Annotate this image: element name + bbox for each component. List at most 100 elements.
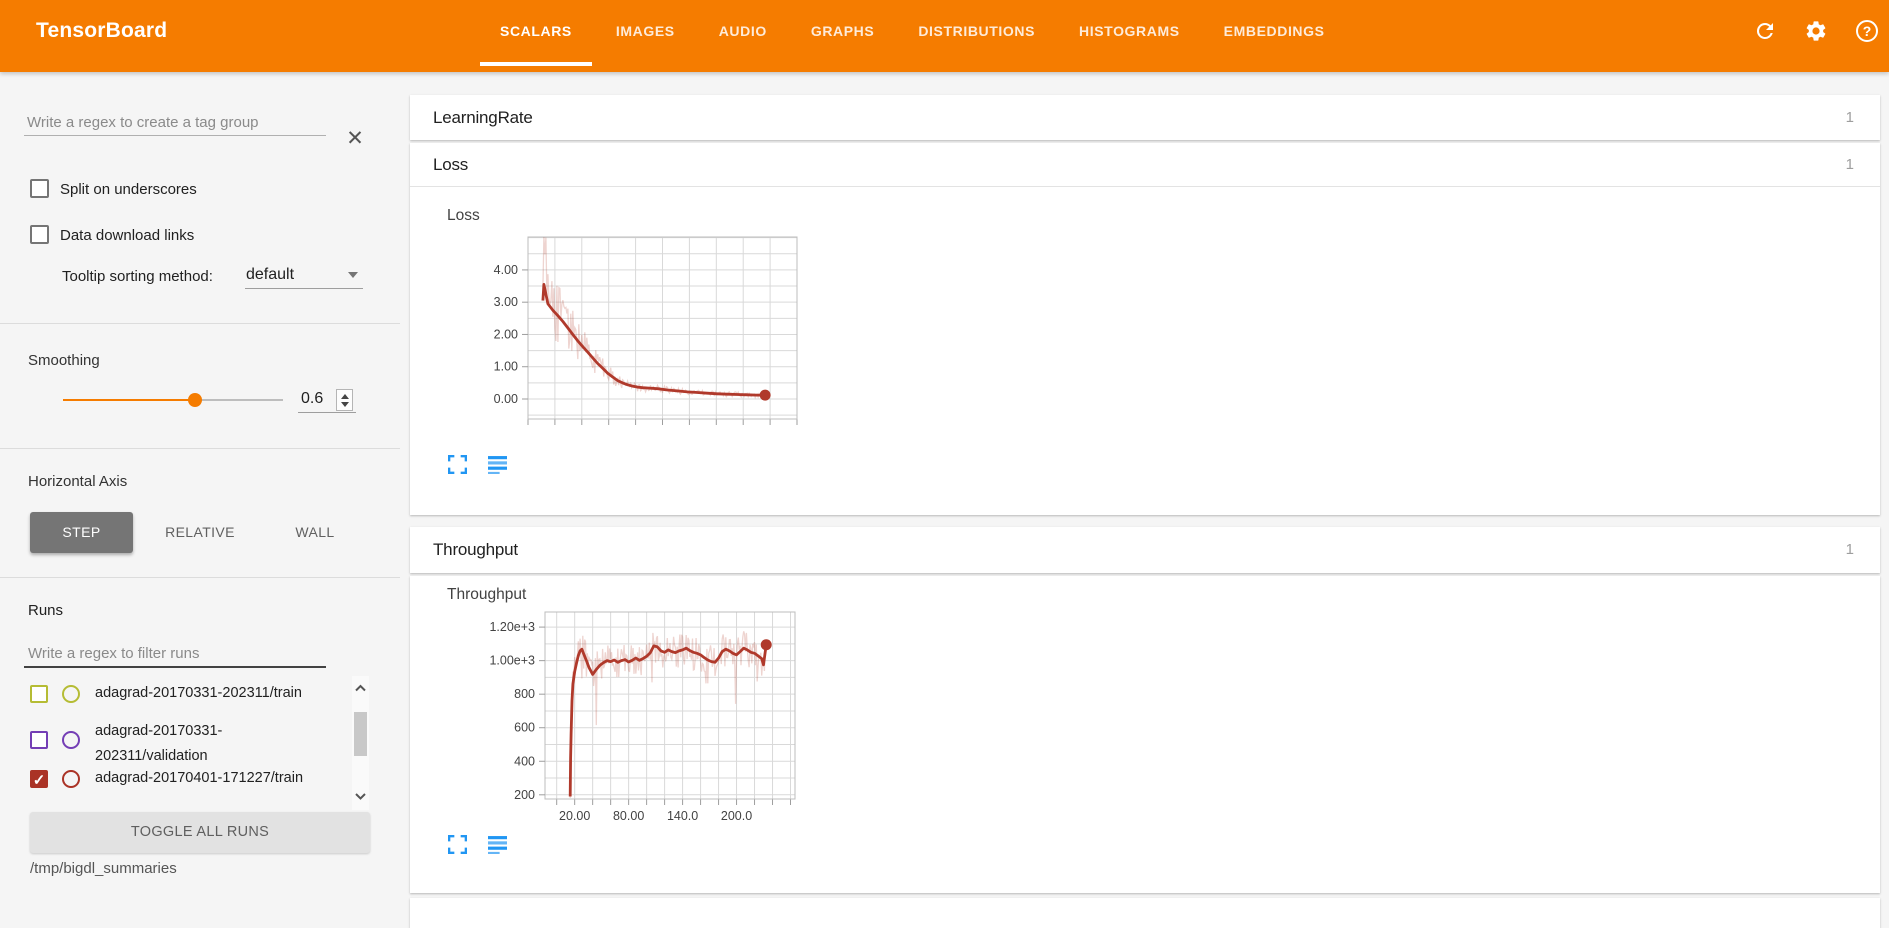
svg-text:400: 400 bbox=[514, 754, 535, 768]
app-title: TensorBoard bbox=[36, 0, 167, 62]
chart-actions bbox=[448, 835, 507, 854]
run-checkbox[interactable]: ✓ bbox=[30, 731, 48, 749]
sidebar: Write a regex to create a tag group ✕ Sp… bbox=[0, 72, 400, 907]
scrollbar-thumb[interactable] bbox=[354, 712, 367, 756]
svg-text:140.0: 140.0 bbox=[667, 809, 698, 823]
svg-text:1.00e+3: 1.00e+3 bbox=[489, 654, 535, 668]
divider bbox=[0, 323, 400, 324]
run-selector-icon[interactable] bbox=[488, 455, 507, 474]
loss-chart[interactable]: 4.00 3.00 2.00 1.00 0.00 bbox=[453, 231, 807, 460]
chart-title-loss: Loss bbox=[447, 207, 480, 225]
section-title: Loss bbox=[433, 155, 468, 175]
section-title: Throughput bbox=[433, 540, 518, 560]
runs-scrollbar[interactable] bbox=[352, 676, 369, 810]
main-content: LearningRate 1 Loss 1 Loss 4.00 3.00 2.00 1… bbox=[410, 72, 1889, 907]
section-throughput-content: Throughput 1.20e+31.00e+380060040020020.… bbox=[410, 576, 1880, 893]
smoothing-value-input[interactable]: 0.6 bbox=[301, 390, 323, 408]
svg-text:1.00: 1.00 bbox=[494, 360, 518, 374]
expand-chart-icon[interactable] bbox=[448, 455, 467, 474]
svg-text:200.0: 200.0 bbox=[721, 809, 752, 823]
divider bbox=[0, 448, 400, 449]
run-label: adagrad-20170401-171227/train bbox=[95, 766, 303, 791]
tab-audio[interactable]: AUDIO bbox=[697, 0, 789, 66]
svg-text:200: 200 bbox=[514, 788, 535, 802]
smoothing-stepper[interactable] bbox=[336, 389, 353, 411]
run-row[interactable]: ✓ adagrad-20170401-171227/train bbox=[30, 770, 350, 796]
expand-chart-icon[interactable] bbox=[448, 835, 467, 854]
section-header-throughput[interactable]: Throughput 1 bbox=[410, 527, 1880, 573]
log-directory-path: /tmp/bigdl_summaries bbox=[30, 860, 177, 877]
axis-relative-button[interactable]: RELATIVE bbox=[152, 512, 248, 553]
split-underscores-checkbox[interactable] bbox=[30, 179, 49, 198]
chart-title-throughput: Throughput bbox=[447, 586, 526, 604]
help-icon[interactable]: ? bbox=[1855, 19, 1879, 43]
settings-gear-icon[interactable] bbox=[1804, 19, 1828, 43]
svg-text:2.00: 2.00 bbox=[494, 327, 518, 341]
smoothing-slider-fill bbox=[63, 399, 195, 401]
run-label: adagrad-20170331-202311/train bbox=[95, 681, 302, 706]
chevron-down-icon[interactable] bbox=[348, 272, 358, 278]
tab-scalars[interactable]: SCALARS bbox=[478, 0, 594, 66]
section-count-badge: 1 bbox=[1846, 541, 1854, 558]
divider bbox=[0, 577, 400, 578]
svg-text:1.20e+3: 1.20e+3 bbox=[489, 620, 535, 634]
stepper-down-icon[interactable] bbox=[341, 402, 349, 407]
header-actions: ? bbox=[1753, 0, 1879, 62]
section-partial[interactable] bbox=[410, 898, 1880, 928]
data-download-checkbox[interactable] bbox=[30, 225, 49, 244]
svg-text:0.00: 0.00 bbox=[494, 392, 518, 406]
tooltip-sorting-underline bbox=[245, 288, 363, 289]
svg-text:4.00: 4.00 bbox=[494, 263, 518, 277]
runs-filter-underline bbox=[24, 666, 326, 668]
run-label: adagrad-20170331-202311/validation bbox=[95, 719, 325, 769]
smoothing-slider-knob[interactable] bbox=[188, 393, 202, 407]
section-loss: Loss 1 Loss 4.00 3.00 2.00 1.00 0.00 bbox=[410, 143, 1880, 515]
axis-step-button[interactable]: STEP bbox=[30, 512, 133, 553]
nav-tabs: SCALARS IMAGES AUDIO GRAPHS DISTRIBUTION… bbox=[478, 0, 1347, 66]
tooltip-sorting-select[interactable]: default bbox=[246, 266, 294, 284]
section-header-loss[interactable]: Loss 1 bbox=[410, 143, 1880, 187]
tab-images[interactable]: IMAGES bbox=[594, 0, 697, 66]
toggle-all-runs-button[interactable]: TOGGLE ALL RUNS bbox=[30, 812, 370, 853]
horizontal-axis-label: Horizontal Axis bbox=[28, 473, 127, 490]
scroll-down-icon[interactable] bbox=[354, 790, 367, 803]
tab-embeddings[interactable]: EMBEDDINGS bbox=[1202, 0, 1347, 66]
tooltip-sorting-label: Tooltip sorting method: bbox=[62, 268, 213, 285]
runs-filter-input[interactable]: Write a regex to filter runs bbox=[28, 645, 199, 662]
run-checkbox[interactable]: ✓ bbox=[30, 770, 48, 788]
refresh-icon[interactable] bbox=[1753, 19, 1777, 43]
svg-text:3.00: 3.00 bbox=[494, 295, 518, 309]
runs-label: Runs bbox=[28, 602, 63, 619]
run-color-radio[interactable] bbox=[62, 685, 80, 703]
tab-distributions[interactable]: DISTRIBUTIONS bbox=[896, 0, 1057, 66]
run-color-radio[interactable] bbox=[62, 731, 80, 749]
run-color-radio[interactable] bbox=[62, 770, 80, 788]
run-row[interactable]: ✓ adagrad-20170331-202311/train bbox=[30, 685, 350, 711]
svg-text:80.00: 80.00 bbox=[613, 809, 644, 823]
section-title: LearningRate bbox=[433, 108, 533, 128]
stepper-up-icon[interactable] bbox=[341, 394, 349, 399]
runs-list: ✓ adagrad-20170331-202311/train ✓ adagra… bbox=[0, 676, 400, 816]
smoothing-underline bbox=[298, 412, 356, 413]
axis-wall-button[interactable]: WALL bbox=[278, 512, 352, 553]
section-count-badge: 1 bbox=[1846, 156, 1854, 173]
svg-text:600: 600 bbox=[514, 721, 535, 735]
tab-graphs[interactable]: GRAPHS bbox=[789, 0, 897, 66]
tag-filter-underline bbox=[24, 135, 326, 136]
svg-text:?: ? bbox=[1863, 23, 1872, 39]
data-download-label: Data download links bbox=[60, 227, 194, 244]
chart-actions bbox=[448, 455, 507, 474]
svg-text:800: 800 bbox=[514, 687, 535, 701]
run-selector-icon[interactable] bbox=[488, 835, 507, 854]
split-underscores-label: Split on underscores bbox=[60, 181, 197, 198]
tab-histograms[interactable]: HISTOGRAMS bbox=[1057, 0, 1202, 66]
app-header: TensorBoard SCALARS IMAGES AUDIO GRAPHS … bbox=[0, 0, 1889, 72]
close-icon[interactable]: ✕ bbox=[344, 128, 366, 150]
section-count-badge: 1 bbox=[1846, 109, 1854, 126]
smoothing-label: Smoothing bbox=[28, 352, 100, 369]
section-learningrate[interactable]: LearningRate 1 bbox=[410, 95, 1880, 140]
throughput-chart[interactable]: 1.20e+31.00e+380060040020020.0080.00140.… bbox=[460, 606, 805, 836]
tag-filter-input[interactable]: Write a regex to create a tag group bbox=[27, 114, 259, 131]
scroll-up-icon[interactable] bbox=[354, 682, 367, 695]
run-checkbox[interactable]: ✓ bbox=[30, 685, 48, 703]
